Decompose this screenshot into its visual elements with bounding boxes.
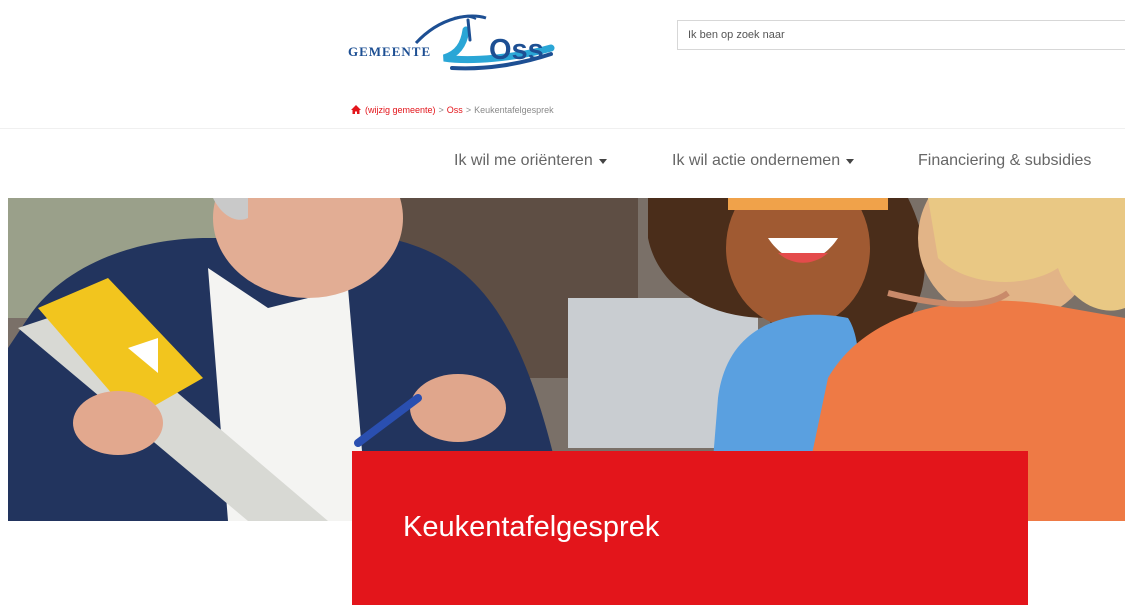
search-box[interactable] (677, 20, 1125, 50)
logo-label-small: GEMEENTE (348, 44, 432, 59)
search-input[interactable] (678, 21, 1125, 49)
breadcrumb-separator: > (465, 104, 472, 115)
nav-item-label: Financiering & subsidies (918, 152, 1092, 169)
header-divider (0, 128, 1125, 129)
nav-item-label: Ik wil me oriënteren (454, 152, 593, 169)
breadcrumb-oss[interactable]: Oss (447, 105, 463, 115)
caret-down-icon (598, 159, 607, 164)
nav-item-financiering[interactable]: Financiering & subsidies (918, 152, 1091, 170)
page-title: Keukentafelgesprek (403, 511, 660, 543)
breadcrumb-separator: > (438, 104, 444, 115)
nav-item-actie-ondernemen[interactable]: Ik wil actie ondernemen (672, 152, 855, 170)
breadcrumb-change-municipality[interactable]: (wijzig gemeente) (365, 105, 436, 115)
logo-label-big: Oss (489, 34, 544, 66)
hero-title-banner: Keukentafelgesprek (352, 451, 1028, 605)
main-nav: Ik wil me oriënteren Ik wil actie ondern… (0, 152, 1125, 184)
breadcrumb-current: Keukentafelgesprek (474, 104, 554, 115)
gemeente-oss-logo[interactable]: GEMEENTE Oss (346, 10, 561, 80)
nav-item-label: Ik wil actie ondernemen (672, 152, 841, 169)
hero-background-white (1028, 521, 1125, 605)
caret-down-icon (846, 159, 855, 164)
breadcrumb: (wijzig gemeente) > Oss > Keukentafelges… (350, 104, 554, 115)
home-icon[interactable] (350, 104, 362, 115)
nav-item-orienteren[interactable]: Ik wil me oriënteren (454, 152, 607, 170)
